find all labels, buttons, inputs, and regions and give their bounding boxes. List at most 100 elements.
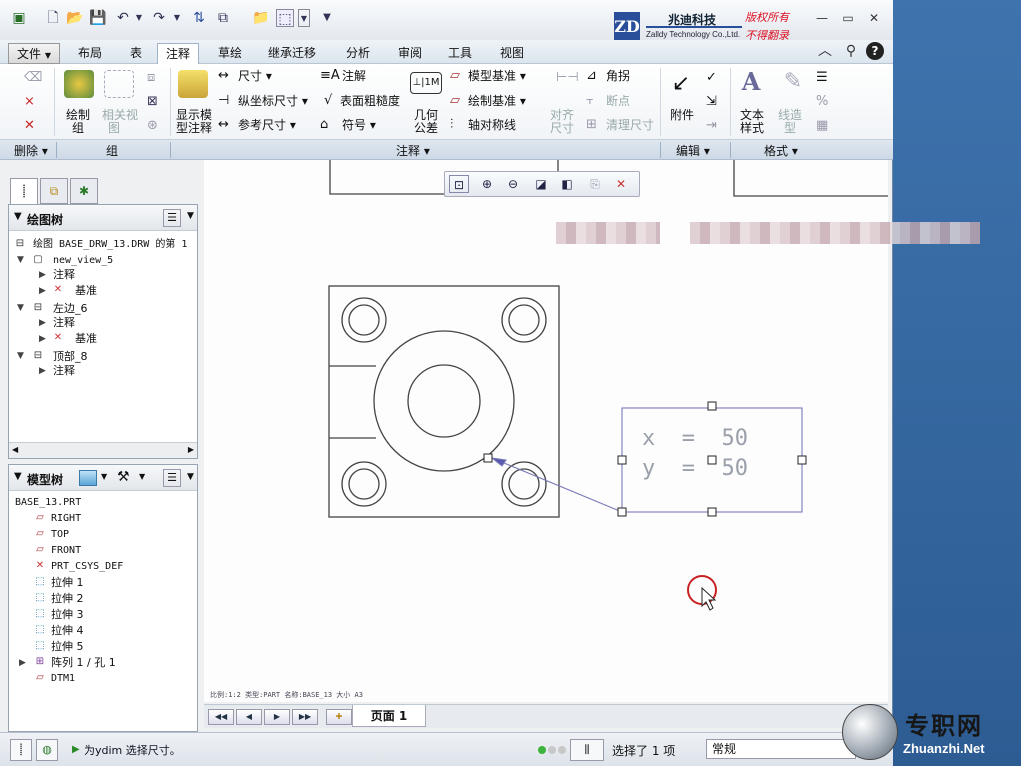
- previous-page-icon[interactable]: ◀: [236, 709, 262, 725]
- tree-tab-icon[interactable]: ⸽: [10, 178, 38, 204]
- note-display-icon[interactable]: ⎘: [585, 175, 605, 193]
- windows-icon[interactable]: ⧉: [214, 9, 232, 27]
- gtol-icon[interactable]: ⊥|1M: [410, 72, 442, 94]
- axis-symmetry-button[interactable]: 轴对称线: [468, 118, 516, 133]
- tree-item[interactable]: 注释: [53, 268, 75, 282]
- format-small-icon-1[interactable]: ☰: [816, 70, 828, 86]
- selection-handle[interactable]: [617, 507, 627, 517]
- attach-button[interactable]: 附件: [670, 108, 694, 123]
- draw-group-icon[interactable]: [64, 70, 94, 98]
- tree-item[interactable]: 拉伸 5: [51, 640, 84, 654]
- tab-review[interactable]: 审阅: [390, 43, 430, 64]
- tree-item[interactable]: new_view_5: [53, 254, 113, 268]
- delete-items-icon[interactable]: ⨯: [24, 94, 35, 110]
- jog-button[interactable]: 角拐: [606, 69, 630, 84]
- tree-item[interactable]: 顶部_8: [53, 350, 88, 364]
- dimension-button[interactable]: 尺寸 ▾: [238, 69, 272, 84]
- expand-icon[interactable]: ▶: [39, 334, 46, 344]
- tree-item[interactable]: 阵列 1 / 孔 1: [51, 656, 116, 670]
- selection-handle[interactable]: [617, 455, 627, 465]
- group-annotate[interactable]: 注释 ▾: [396, 143, 430, 159]
- model-display-icon[interactable]: [79, 470, 97, 486]
- chevron-down-icon[interactable]: ▼: [139, 472, 145, 481]
- select-dropdown-icon[interactable]: ▼: [298, 9, 310, 27]
- tree-settings-icon[interactable]: ☰: [163, 469, 181, 487]
- text-style-icon[interactable]: A: [736, 68, 766, 96]
- collapse-icon[interactable]: ▼: [14, 211, 22, 222]
- select-box-icon[interactable]: ⬚: [276, 9, 294, 27]
- redo-icon[interactable]: ↷: [150, 9, 168, 27]
- chevron-down-icon[interactable]: ▼: [101, 472, 107, 481]
- folder-icon[interactable]: 📁: [252, 9, 270, 27]
- expand-icon[interactable]: ▶: [39, 318, 46, 328]
- tree-item[interactable]: 拉伸 1: [51, 576, 84, 590]
- open-icon[interactable]: 📂: [66, 9, 84, 27]
- tree-item[interactable]: 注释: [53, 364, 75, 378]
- draw-datum-button[interactable]: 绘制基准 ▾: [468, 94, 526, 109]
- tree-item[interactable]: FRONT: [51, 544, 81, 558]
- close-button[interactable]: ✕: [864, 10, 884, 26]
- tab-file[interactable]: 文件 ▼: [8, 43, 60, 64]
- browser-toggle-icon[interactable]: ◍: [36, 739, 58, 761]
- tree-item[interactable]: 左边_6: [53, 302, 88, 316]
- expand-icon[interactable]: ▶: [39, 366, 46, 376]
- group-edit[interactable]: 编辑 ▾: [676, 143, 710, 159]
- show-model-label-2[interactable]: 型注释: [176, 121, 212, 136]
- expand-icon[interactable]: ▶: [39, 270, 46, 280]
- redo-dropdown-icon[interactable]: ▼: [168, 9, 186, 27]
- tab-table[interactable]: 表: [122, 43, 150, 64]
- tree-item[interactable]: 拉伸 4: [51, 624, 84, 638]
- tree-toggle-icon[interactable]: ⸽: [10, 739, 32, 761]
- tab-layout[interactable]: 布局: [70, 43, 110, 64]
- new-icon[interactable]: 🗋: [44, 9, 62, 27]
- zoom-in-icon[interactable]: ⊕: [477, 175, 497, 193]
- minimize-button[interactable]: —: [812, 10, 832, 26]
- attach-icon[interactable]: ↙: [666, 70, 696, 98]
- page-tab[interactable]: 页面 1: [352, 705, 426, 727]
- selection-handle[interactable]: [707, 507, 717, 517]
- scroll-right-icon[interactable]: ▶: [188, 445, 194, 454]
- delete-icon[interactable]: ✕: [24, 118, 35, 134]
- ribbon-collapse-icon[interactable]: ︿: [816, 42, 834, 60]
- edit-small-icon-2[interactable]: ⇲: [706, 94, 717, 110]
- tree-settings-icon[interactable]: ☰: [163, 209, 181, 227]
- undo-dropdown-icon[interactable]: ▼: [130, 9, 148, 27]
- regenerate-icon[interactable]: ⇅: [190, 9, 208, 27]
- datum-display-icon[interactable]: ✕: [611, 175, 631, 193]
- draw-group-label-2[interactable]: 组: [72, 121, 84, 136]
- folder-tab-icon[interactable]: ⧉: [40, 178, 68, 204]
- help-icon[interactable]: ?: [866, 42, 884, 60]
- ordinate-y-text[interactable]: y = 50: [642, 456, 748, 481]
- tree-item[interactable]: PRT_CSYS_DEF: [51, 560, 123, 574]
- tree-item[interactable]: DTM1: [51, 672, 75, 686]
- expand-icon[interactable]: ▶: [19, 658, 26, 668]
- expand-icon[interactable]: ▼: [17, 255, 24, 265]
- tab-annotate[interactable]: 注释: [157, 43, 200, 64]
- first-page-icon[interactable]: ◀◀: [208, 709, 234, 725]
- reference-dimension-button[interactable]: 参考尺寸 ▾: [238, 118, 296, 133]
- gtol-label-2[interactable]: 公差: [414, 121, 438, 136]
- ordinate-x-text[interactable]: x = 50: [642, 426, 748, 451]
- favorites-tab-icon[interactable]: ✱: [70, 178, 98, 204]
- tree-item[interactable]: TOP: [51, 528, 69, 542]
- expand-icon[interactable]: ▶: [39, 286, 46, 296]
- maximize-button[interactable]: ▭: [838, 10, 858, 26]
- collapse-icon[interactable]: ▼: [14, 471, 22, 482]
- group-delete[interactable]: 删除 ▾: [14, 143, 48, 159]
- display-style-icon[interactable]: ◧: [557, 175, 577, 193]
- selection-filter-icon[interactable]: ⫼: [570, 739, 604, 761]
- tab-sketch[interactable]: 草绘: [210, 43, 250, 64]
- tree-item[interactable]: 基准: [75, 284, 97, 298]
- new-page-icon[interactable]: ✚: [326, 709, 352, 725]
- model-root[interactable]: BASE_13.PRT: [15, 496, 81, 510]
- expand-icon[interactable]: ▼: [17, 351, 24, 361]
- symbol-button[interactable]: 符号 ▾: [342, 118, 376, 133]
- chevron-down-icon[interactable]: ▼: [187, 211, 194, 221]
- model-datum-button[interactable]: 模型基准 ▾: [468, 69, 526, 84]
- group-format[interactable]: 格式 ▾: [764, 143, 798, 159]
- note-button[interactable]: 注解: [342, 69, 366, 84]
- show-model-annotations-icon[interactable]: [178, 70, 208, 98]
- text-style-label-2[interactable]: 样式: [740, 121, 764, 136]
- tree-item[interactable]: 拉伸 3: [51, 608, 84, 622]
- delete-select-icon[interactable]: ⌫: [24, 70, 42, 86]
